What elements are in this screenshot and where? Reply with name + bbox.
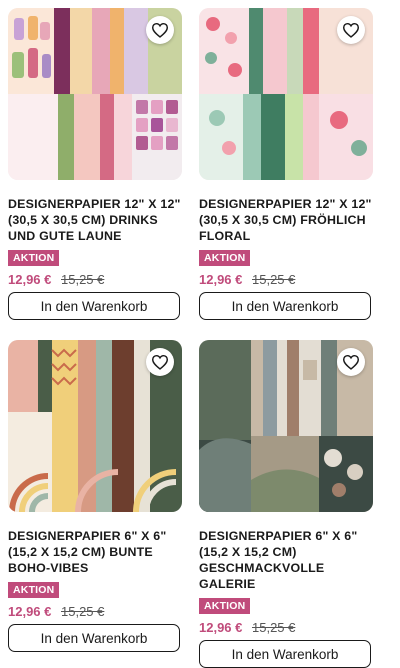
original-price: 15,25 € (61, 604, 105, 619)
promo-badge: AKTION (199, 598, 251, 614)
sale-price: 12,96 € (199, 620, 243, 635)
product-title[interactable]: DESIGNERPAPIER 6" X 6" (15,2 X 15,2 CM) … (8, 528, 182, 576)
original-price: 15,25 € (252, 272, 296, 287)
heart-outline-icon (342, 354, 360, 370)
price-row: 12,96 € 15,25 € (8, 272, 182, 288)
add-to-cart-button[interactable]: In den Warenkorb (8, 624, 180, 652)
promo-badge: AKTION (8, 250, 60, 266)
sale-price: 12,96 € (8, 604, 52, 619)
heart-outline-icon (151, 22, 169, 38)
product-title[interactable]: DESIGNERPAPIER 12" X 12" (30,5 X 30,5 CM… (199, 196, 373, 244)
promo-badge: AKTION (8, 582, 60, 598)
sale-price: 12,96 € (199, 272, 243, 287)
price-row: 12,96 € 15,25 € (8, 604, 182, 620)
favorite-button[interactable] (146, 348, 174, 376)
favorite-button[interactable] (146, 16, 174, 44)
product-card: DESIGNERPAPIER 6" X 6" (15,2 X 15,2 CM) … (199, 340, 373, 668)
product-image[interactable] (199, 8, 373, 180)
sale-price: 12,96 € (8, 272, 52, 287)
product-image[interactable] (8, 340, 182, 512)
add-to-cart-button[interactable]: In den Warenkorb (199, 292, 371, 320)
add-to-cart-button[interactable]: In den Warenkorb (199, 640, 371, 668)
product-title[interactable]: DESIGNERPAPIER 12" X 12" (30,5 X 30,5 CM… (8, 196, 182, 244)
promo-badge: AKTION (199, 250, 251, 266)
original-price: 15,25 € (61, 272, 105, 287)
add-to-cart-button[interactable]: In den Warenkorb (8, 292, 180, 320)
price-row: 12,96 € 15,25 € (199, 620, 373, 636)
favorite-button[interactable] (337, 348, 365, 376)
product-image[interactable] (8, 8, 182, 180)
product-card: DESIGNERPAPIER 6" X 6" (15,2 X 15,2 CM) … (8, 340, 182, 652)
product-image[interactable] (199, 340, 373, 512)
original-price: 15,25 € (252, 620, 296, 635)
product-title[interactable]: DESIGNERPAPIER 6" X 6" (15,2 X 15,2 CM) … (199, 528, 373, 592)
price-row: 12,96 € 15,25 € (199, 272, 373, 288)
product-card: DESIGNERPAPIER 12" X 12" (30,5 X 30,5 CM… (8, 8, 182, 320)
product-card: DESIGNERPAPIER 12" X 12" (30,5 X 30,5 CM… (199, 8, 373, 320)
heart-outline-icon (151, 354, 169, 370)
favorite-button[interactable] (337, 16, 365, 44)
heart-outline-icon (342, 22, 360, 38)
